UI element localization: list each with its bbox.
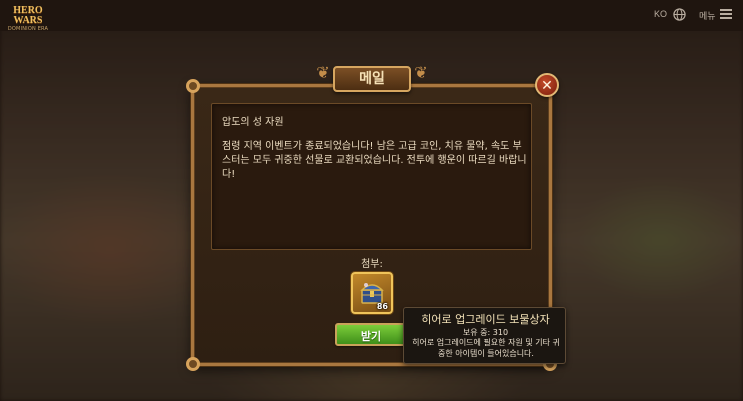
receive-button-label: 받기	[360, 330, 382, 343]
item-count: 86	[376, 302, 388, 311]
dialog-title-plate: 메일	[333, 66, 411, 92]
attachment-label: 첨부:	[361, 259, 383, 270]
receive-button[interactable]: 받기	[335, 323, 407, 346]
globe-icon[interactable]	[673, 8, 686, 21]
logo-sub-text: DOMINION ERA	[7, 26, 49, 32]
left-wing-ornament-icon: ❦	[316, 63, 330, 82]
message-content-box: 압도의 성 자원 점령 지역 이벤트가 종료되었습니다! 남은 고급 코인, 치…	[211, 103, 532, 250]
dialog-title: 메일	[359, 71, 385, 87]
right-wing-ornament-icon: ❦	[414, 63, 428, 82]
menu-label[interactable]: 메뉴	[699, 9, 716, 22]
item-tooltip: 히어로 업그레이드 보물상자 보유 중: 310 히어로 업그레이드에 필요한 …	[403, 307, 566, 364]
frame-corner-ornament	[186, 357, 200, 371]
language-label[interactable]: KO	[654, 9, 667, 19]
attachment-item-slot[interactable]: 86	[351, 272, 393, 314]
top-bar: HERO WARS DOMINION ERA KO 메뉴	[0, 0, 743, 33]
frame-corner-ornament	[186, 79, 200, 93]
tooltip-title: 히어로 업그레이드 보물상자	[421, 313, 550, 326]
close-button[interactable]: ✕	[535, 73, 559, 97]
hamburger-menu-icon[interactable]	[720, 9, 732, 20]
game-logo[interactable]: HERO WARS DOMINION ERA	[4, 5, 52, 33]
logo-main-text: HERO WARS	[13, 5, 43, 26]
close-icon: ✕	[541, 78, 553, 94]
mail-sender: 압도의 성 자원	[222, 117, 284, 128]
mail-body: 점령 지역 이벤트가 종료되었습니다! 남은 고급 코인, 치유 물약, 속도 …	[222, 141, 527, 180]
tooltip-description: 히어로 업그레이드에 필요한 자원 및 기타 귀중한 아이템이 들어있습니다.	[412, 338, 560, 358]
